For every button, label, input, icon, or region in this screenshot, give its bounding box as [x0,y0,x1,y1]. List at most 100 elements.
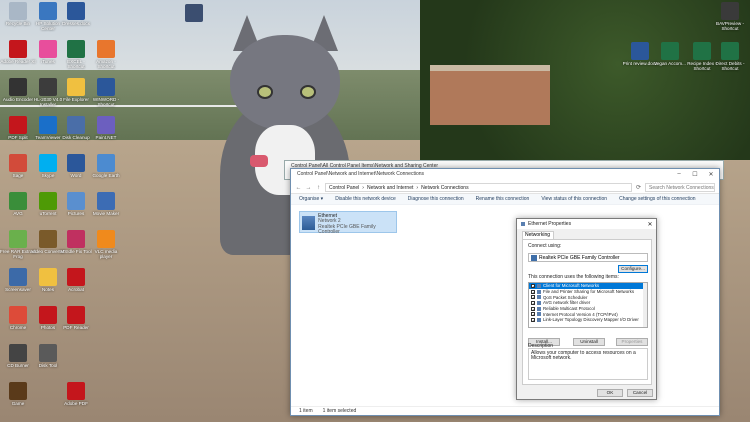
properties-button[interactable]: Properties [616,338,648,346]
cancel-button[interactable]: Cancel [627,389,653,397]
desktop-icon[interactable]: Google Earth [88,154,124,178]
diagnose-button[interactable]: Diagnose this connection [408,196,464,202]
desktop-icon-label: Dresses.docx [62,21,90,26]
app-icon [9,2,27,20]
ethernet-adapter-item[interactable]: Ethernet Network 2 Realtek PCIe GBE Fami… [299,211,397,235]
dialog-title: Ethernet Properties [528,221,572,227]
change-settings-button[interactable]: Change settings of this connection [619,196,695,202]
item-label: Internet Protocol Version 4 (TCP/IPv4) [543,311,618,317]
desktop-icon[interactable]: Amazon - Shortcut [88,40,124,69]
close-icon[interactable]: ✕ [703,171,719,178]
desktop-icon-label: Skype [41,173,55,178]
app-icon [9,306,27,324]
breadcrumb-item[interactable]: Network Connections [421,185,469,191]
adapter-name: Realtek PCIe GBE Family Controller [539,254,620,261]
app-icon [39,154,57,172]
app-icon [67,2,85,20]
back-arrow-icon[interactable]: ← [295,185,302,191]
desktop-icon[interactable]: PDF Reader [58,306,94,330]
desktop-icon[interactable]: Vegan Accom... [652,42,688,66]
list-scrollbar[interactable] [643,283,647,327]
app-icon [67,154,85,172]
desktop-icon-label: Adobe PDF [64,401,88,406]
app-icon [39,306,57,324]
file-icon [721,42,739,60]
desktop-icon[interactable]: Movie Maker [88,192,124,216]
desktop-icon[interactable]: Adobe PDF [58,382,94,406]
desktop-icon[interactable]: Paint.NET [88,116,124,140]
refresh-icon[interactable]: ⟳ [635,184,642,191]
app-icon [67,192,85,210]
tab-networking[interactable]: Networking [522,231,554,239]
desktop-icon-label: Chrome [9,325,27,330]
app-icon [67,40,85,58]
rename-button[interactable]: Rename this connection [476,196,530,202]
minimize-icon[interactable]: – [671,171,687,178]
close-icon[interactable]: ✕ [644,221,656,228]
search-input[interactable]: Search Network Connections [645,183,715,192]
desktop-icon-label: Screensaver [5,287,31,292]
desktop-icon[interactable]: BAVPreview - Shortcut [712,2,748,31]
desktop-icon-label: VLC media player [94,249,118,260]
window-titlebar[interactable]: Control Panel\Network and Internet\Netwo… [291,169,719,179]
maximize-icon[interactable]: ☐ [687,171,703,178]
item-checkbox[interactable]: ✓ [531,312,535,317]
breadcrumb-item[interactable]: Network and Internet [367,185,413,191]
app-icon [97,154,115,172]
desktop-icon[interactable]: Acrobat [58,268,94,292]
breadcrumb-item[interactable]: Control Panel [329,185,359,191]
desktop-icon[interactable]: WINWORD - Shortcut [88,78,124,107]
desktop-icon-label: Game [11,401,25,406]
forward-arrow-icon[interactable]: → [305,185,312,191]
app-icon [97,78,115,96]
dialog-titlebar[interactable]: Ethernet Properties ✕ [517,219,656,229]
up-arrow-icon[interactable]: ↑ [315,185,322,191]
item-checkbox[interactable]: ✓ [531,300,535,305]
desktop-icon-label: Amazon - Shortcut [96,59,116,70]
ok-button[interactable]: OK [597,389,623,397]
item-checkbox[interactable]: ✓ [531,283,535,288]
desktop-icon[interactable]: Disk Tool [30,344,66,368]
item-checkbox[interactable]: ✓ [531,317,535,322]
desktop-icon[interactable]: VLC media player [88,230,124,259]
file-icon [721,2,739,20]
app-icon [67,382,85,400]
command-bar: Organise ▾ Disable this network device D… [291,194,719,205]
app-icon [67,230,85,248]
list-item[interactable]: ✓ File and Printer Sharing for Microsoft … [529,289,647,295]
desktop-icon-label: MSIdle Fix Tool [60,249,92,254]
app-icon [39,268,57,286]
items-label: This connection uses the following items… [528,274,619,280]
breadcrumb[interactable]: Control Panel › Network and Internet › Net… [325,183,632,192]
organise-menu[interactable]: Organise ▾ [299,196,323,202]
app-icon [67,306,85,324]
app-icon [97,230,115,248]
desktop-icon-photo[interactable] [176,4,212,22]
app-icon [39,78,57,96]
items-list[interactable]: ✓ Client for Microsoft Networks ✓ File and … [528,282,648,328]
item-checkbox[interactable]: ✓ [531,295,535,300]
item-label: File and Printer Sharing for Microsoft N… [543,289,635,295]
disable-device-button[interactable]: Disable this network device [335,196,396,202]
component-icon [537,289,541,294]
item-checkbox[interactable]: ✓ [531,289,535,294]
selected-count: 1 item selected [322,408,357,414]
item-checkbox[interactable]: ✓ [531,306,535,311]
desktop-icon-label: Google Earth [92,173,120,178]
uninstall-button[interactable]: Uninstall [573,338,605,346]
app-icon [97,192,115,210]
desktop-icon[interactable]: Game [0,382,36,406]
configure-button[interactable]: Configure... [618,265,648,273]
address-bar: ← → ↑ Control Panel › Network and Interne… [291,182,719,194]
view-status-button[interactable]: View status of this connection [541,196,607,202]
app-icon [39,116,57,134]
app-icon [9,382,27,400]
ethernet-properties-dialog[interactable]: Ethernet Properties ✕ Networking Connect… [516,218,657,400]
desktop-icon-label: iTunes [41,59,55,64]
desktop-icon-label: TeamViewer [35,135,61,140]
desktop-icon[interactable]: Direct Debits - Shortcut [712,42,748,71]
desktop-icon[interactable]: Dresses.docx [58,2,94,26]
component-icon [537,295,541,300]
item-label: AVG network filter driver [543,300,591,306]
list-item[interactable]: ✓ Link-Layer Topology Discovery Mapper I/… [529,317,647,323]
